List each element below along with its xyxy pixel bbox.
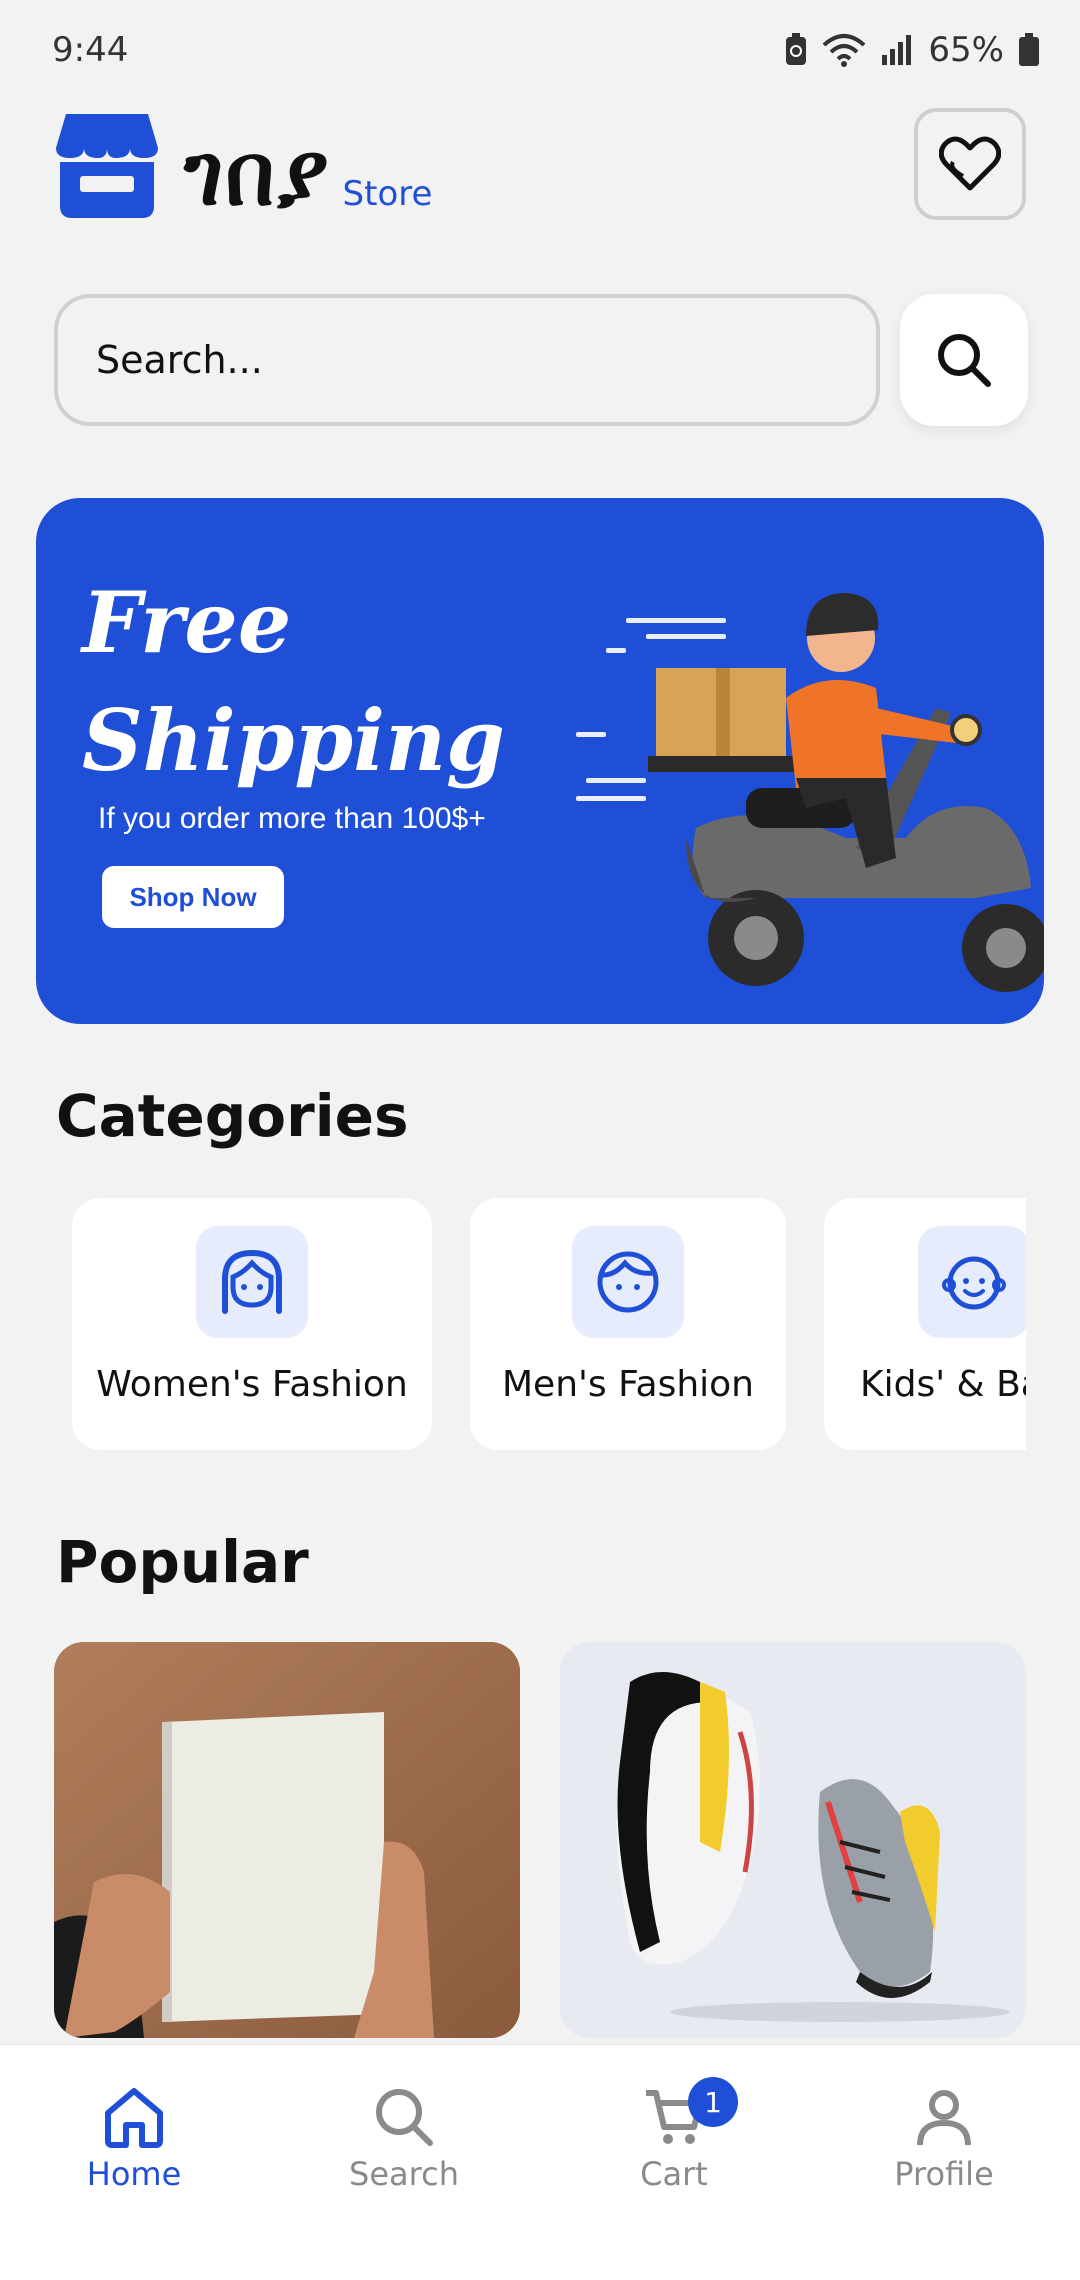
nav-profile-label: Profile	[894, 2155, 994, 2193]
categories-title: Categories	[56, 1082, 409, 1150]
battery-saver-icon	[786, 33, 807, 65]
banner-title-line2: Shipping	[82, 691, 505, 790]
shop-icon	[56, 114, 158, 218]
search-icon	[376, 2089, 433, 2146]
nav-home-label: Home	[86, 2155, 182, 2193]
battery-icon	[1019, 33, 1039, 66]
home-icon	[105, 2088, 163, 2148]
nav-home[interactable]: Home	[34, 2085, 234, 2193]
heart-icon	[939, 136, 1001, 191]
popular-product-book[interactable]	[54, 1642, 520, 2038]
nav-cart-label: Cart	[640, 2155, 708, 2193]
wishlist-button[interactable]	[914, 108, 1026, 220]
status-icons: 65%	[784, 30, 1040, 70]
store-logo: ገበያ Store	[56, 114, 432, 218]
category-label: Kids' & Baby	[860, 1364, 1026, 1405]
wifi-icon	[823, 34, 866, 67]
categories-list[interactable]: Women's Fashion Men's Fashion Kids' & Ba…	[72, 1198, 1026, 1452]
woman-face-icon	[196, 1226, 308, 1338]
nav-search-label: Search	[349, 2155, 459, 2193]
category-womens-fashion[interactable]: Women's Fashion	[72, 1198, 432, 1450]
baby-face-icon	[918, 1226, 1026, 1338]
signal-icon	[882, 35, 912, 65]
banner-title: Free Shipping	[82, 564, 505, 800]
shop-now-button[interactable]: Shop Now	[102, 866, 284, 928]
delivery-scooter-illustration	[576, 593, 1044, 992]
search-button[interactable]	[900, 294, 1028, 426]
search-input[interactable]	[54, 294, 880, 426]
man-face-icon	[572, 1226, 684, 1338]
shoes-product-image	[560, 1642, 1026, 2038]
status-bar: 9:44 65%	[0, 0, 1080, 100]
banner-title-line1: Free	[82, 573, 292, 672]
logo-subtitle: Store	[342, 174, 433, 214]
popular-title: Popular	[56, 1528, 309, 1596]
promo-banner[interactable]: Free Shipping If you order more than 100…	[36, 498, 1044, 1024]
banner-subtitle: If you order more than 100$+	[98, 802, 486, 835]
popular-product-shoes[interactable]	[560, 1642, 1026, 2038]
search-bar	[54, 294, 1028, 426]
search-icon	[938, 334, 991, 387]
profile-icon	[917, 2090, 971, 2146]
cart-badge: 1	[688, 2077, 738, 2127]
category-label: Women's Fashion	[96, 1364, 408, 1405]
book-product-image	[54, 1642, 520, 2038]
nav-cart[interactable]: 1 Cart	[574, 2077, 774, 2193]
category-mens-fashion[interactable]: Men's Fashion	[470, 1198, 786, 1450]
category-label: Men's Fashion	[502, 1364, 754, 1405]
category-kids-baby[interactable]: Kids' & Baby	[824, 1198, 1026, 1450]
nav-profile[interactable]: Profile	[844, 2085, 1044, 2193]
status-time: 9:44	[52, 30, 129, 70]
logo-text: ገበያ	[184, 124, 331, 225]
bottom-navigation: Home Search 1 Cart Profile	[0, 2044, 1080, 2280]
nav-search[interactable]: Search	[304, 2085, 504, 2193]
battery-percent: 65%	[928, 30, 1004, 70]
app-header: ገበያ Store	[56, 108, 1026, 224]
